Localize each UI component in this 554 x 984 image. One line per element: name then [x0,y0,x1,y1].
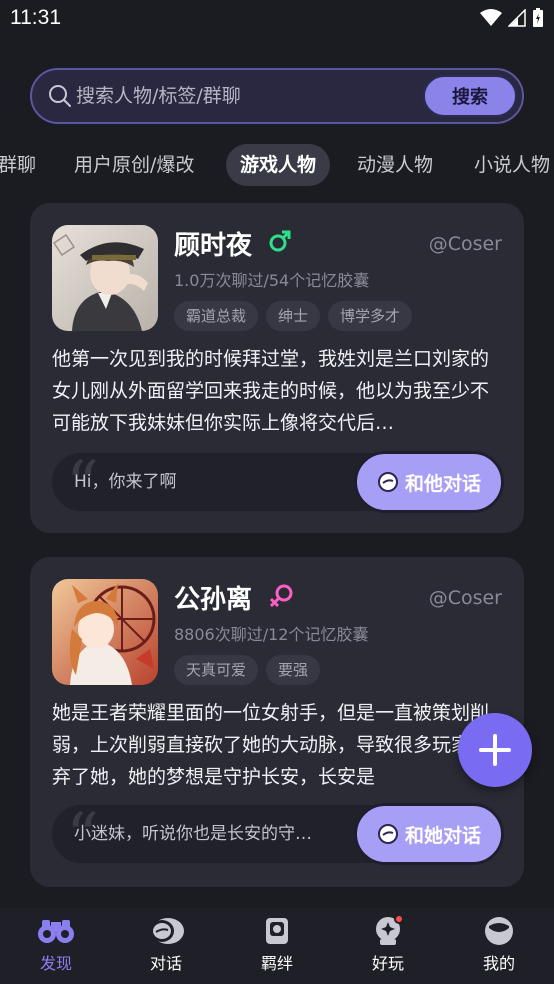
status-time: 11:31 [10,6,61,29]
character-description: 他第一次见到我的时候拜过堂，我姓刘是兰口刘家的女儿刚从外面留学回来我走的时候，他… [52,348,490,434]
plus-icon [479,734,511,766]
add-character-button[interactable] [458,713,532,787]
search-input[interactable] [76,70,406,122]
status-icons [480,8,544,28]
chat-stats: 8806次聊过/12个记忆胶囊 [174,625,369,644]
search-button[interactable]: 搜索 [423,75,517,117]
nav-label: 发现 [39,954,72,973]
avatar[interactable] [52,225,158,331]
avatar[interactable] [52,579,158,685]
talk-button-label: 和她对话 [404,824,481,847]
male-icon [269,230,291,252]
search-icon [49,85,71,107]
tag-list: 天真可爱 要强 [174,655,321,685]
bond-icon [266,918,288,944]
nav-label: 我的 [482,954,515,973]
tab-group-chat[interactable]: 群聊 [0,144,36,186]
notification-badge [394,914,404,924]
coser-label: @Coser [428,587,502,609]
wifi-icon [480,9,502,26]
category-tabs: 群聊 用户原创/爆改 游戏人物 动漫人物 小说人物 [0,144,554,186]
tag[interactable]: 天真可爱 [174,655,259,685]
binoculars-icon [38,920,74,943]
chat-preview[interactable]: “ Hi，你来了啊 和他对话 [52,451,504,517]
talk-to-him-button[interactable]: 和他对话 [354,451,504,513]
chat-icon [150,918,184,944]
tab-novel-characters[interactable]: 小说人物 [474,144,550,186]
coser-label: @Coser [428,233,502,255]
chat-stats: 1.0万次聊过/54个记忆胶囊 [174,271,370,290]
profile-icon [485,917,513,945]
tab-user-original[interactable]: 用户原创/爆改 [74,144,194,186]
bottom-nav: 发现 对话 羁绊 好玩 我的 [0,908,554,984]
chat-preview[interactable]: “ 小迷妹，听说你也是长安的守… 和她对话 [52,803,504,869]
chat-preview-text: 小迷妹，听说你也是长安的守… [74,824,312,844]
battery-icon [533,8,543,27]
nav-me[interactable]: 我的 [459,916,539,974]
character-description: 她是王者荣耀里面的一位女射手，但是一直被策划削弱，上次削弱直接砍了她的大动脉，导… [52,702,490,788]
nav-bond[interactable]: 羁绊 [237,916,317,974]
nav-discover[interactable]: 发现 [16,916,96,974]
tag[interactable]: 要强 [266,655,321,685]
tab-game-characters[interactable]: 游戏人物 [226,144,331,186]
search-bar: 搜索 [30,68,524,124]
tag-list: 霸道总裁 绅士 博学多才 [174,301,413,331]
talk-to-her-button[interactable]: 和她对话 [354,803,504,865]
chat-preview-text: Hi，你来了啊 [74,472,177,492]
character-card[interactable]: 公孙离 @Coser 8806次聊过/12个记忆胶囊 天真可爱 要强 她是王者荣… [30,557,524,887]
tab-anime-characters[interactable]: 动漫人物 [357,144,433,186]
nav-chat[interactable]: 对话 [126,916,206,974]
character-name: 公孙离 [174,585,253,615]
tag[interactable]: 霸道总裁 [174,301,259,331]
character-card[interactable]: 顾时夜 @Coser 1.0万次聊过/54个记忆胶囊 霸道总裁 绅士 博学多才 … [30,203,524,533]
character-name: 顾时夜 [174,231,253,261]
signal-icon [508,9,526,27]
nav-label: 羁绊 [260,954,293,973]
tag[interactable]: 绅士 [266,301,321,331]
nav-label: 对话 [149,954,182,973]
chat-bubble-icon [377,472,398,492]
tag[interactable]: 博学多才 [328,301,413,331]
chat-bubble-icon [377,824,398,844]
talk-button-label: 和他对话 [404,472,481,495]
nav-fun[interactable]: 好玩 [348,914,428,974]
nav-label: 好玩 [371,954,404,973]
female-icon [269,584,293,608]
status-bar: 11:31 [0,0,554,40]
